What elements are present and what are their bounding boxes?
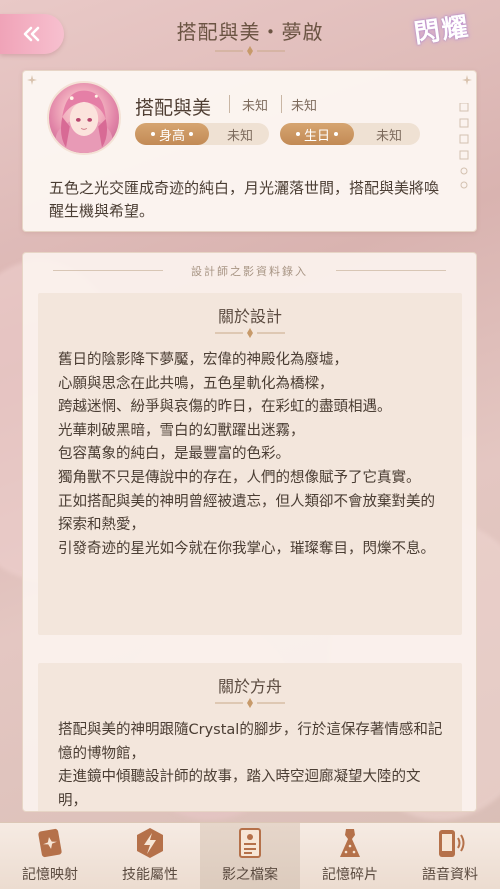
lightning-icon bbox=[137, 828, 163, 858]
nav-label: 影之檔案 bbox=[222, 867, 278, 883]
brand-logo: 閃耀 bbox=[412, 11, 472, 50]
section-ark: 關於方舟 搭配與美的神明跟隨Crystal的腳步，行於這保存著情感和記憶的博物館… bbox=[38, 663, 462, 811]
bottom-nav: 記憶映射 技能屬性 影之檔案 記憶碎片 語音資料 bbox=[0, 822, 500, 889]
dot-icon bbox=[334, 132, 339, 136]
nav-item-voice-data[interactable]: 語音資料 bbox=[400, 823, 500, 889]
nav-item-memory-fragments[interactable]: 記憶碎片 bbox=[300, 823, 400, 889]
memory-card-icon bbox=[38, 828, 62, 858]
profile-name: 搭配與美 bbox=[135, 97, 212, 119]
dress-icon bbox=[340, 829, 360, 857]
birthday-tag: 生日 bbox=[280, 123, 355, 145]
height-label: 身高 bbox=[159, 128, 186, 144]
section-ornament-icon bbox=[215, 698, 285, 708]
divider bbox=[229, 95, 230, 113]
height-value: 未知 bbox=[227, 128, 254, 144]
dot-icon bbox=[296, 132, 300, 136]
title-ornament-icon bbox=[215, 46, 285, 56]
profile-meta-1: 未知 bbox=[242, 99, 269, 114]
profile-meta-2: 未知 bbox=[291, 99, 318, 114]
nav-item-shadow-archive[interactable]: 影之檔案 bbox=[200, 823, 300, 889]
nav-item-memory-mapping[interactable]: 記憶映射 bbox=[0, 823, 100, 889]
archive-panel[interactable]: 設計師之影資料錄入 關於設計 舊日的陰影降下夢魘，宏偉的神殿化為廢墟， 心願與思… bbox=[22, 252, 477, 812]
section-ornament-icon bbox=[215, 328, 285, 338]
dot-icon bbox=[189, 132, 194, 136]
vertical-ornament-icon bbox=[459, 103, 469, 189]
nav-item-skill-attributes[interactable]: 技能屬性 bbox=[100, 823, 200, 889]
section-body: 舊日的陰影降下夢魘，宏偉的神殿化為廢墟， 心願與思念在此共鳴，五色星軌化為橋樑，… bbox=[58, 352, 435, 557]
birthday-label: 生日 bbox=[304, 128, 331, 144]
section-title: 關於方舟 bbox=[217, 677, 282, 696]
section-body: 搭配與美的神明跟隨Crystal的腳步，行於這保存著情感和記憶的博物館， 走進鏡… bbox=[58, 722, 443, 809]
profile-card: 搭配與美 未知 未知 身高 未知 生日 未知 五色之光交匯成奇迹的純白，月光灑落… bbox=[22, 70, 477, 232]
nav-label: 語音資料 bbox=[422, 867, 478, 883]
section-design: 關於設計 舊日的陰影降下夢魘，宏偉的神殿化為廢墟， 心願與思念在此共鳴，五色星軌… bbox=[38, 293, 462, 635]
nav-label: 記憶碎片 bbox=[322, 867, 378, 883]
birthday-value: 未知 bbox=[376, 128, 403, 144]
height-pill: 身高 未知 bbox=[135, 123, 269, 145]
profile-description: 五色之光交匯成奇迹的純白，月光灑落世間，搭配與美將喚醒生機與希望。 bbox=[49, 179, 440, 220]
height-tag: 身高 bbox=[135, 123, 210, 145]
nav-label: 技能屬性 bbox=[122, 867, 178, 883]
archive-header: 設計師之影資料錄入 bbox=[191, 265, 308, 278]
character-portrait-icon bbox=[55, 90, 113, 153]
nav-label: 記憶映射 bbox=[22, 867, 78, 883]
header-line bbox=[336, 270, 446, 271]
section-title: 關於設計 bbox=[217, 307, 282, 326]
divider bbox=[281, 95, 282, 113]
corner-star-icon bbox=[27, 75, 37, 85]
avatar bbox=[47, 81, 121, 155]
document-icon bbox=[239, 828, 261, 858]
birthday-pill: 生日 未知 bbox=[280, 123, 420, 145]
corner-star-icon bbox=[462, 75, 472, 85]
dot-icon bbox=[151, 132, 155, 136]
top-bar: 搭配與美・夢啟 閃耀 bbox=[0, 0, 500, 62]
phone-audio-icon bbox=[439, 830, 465, 857]
